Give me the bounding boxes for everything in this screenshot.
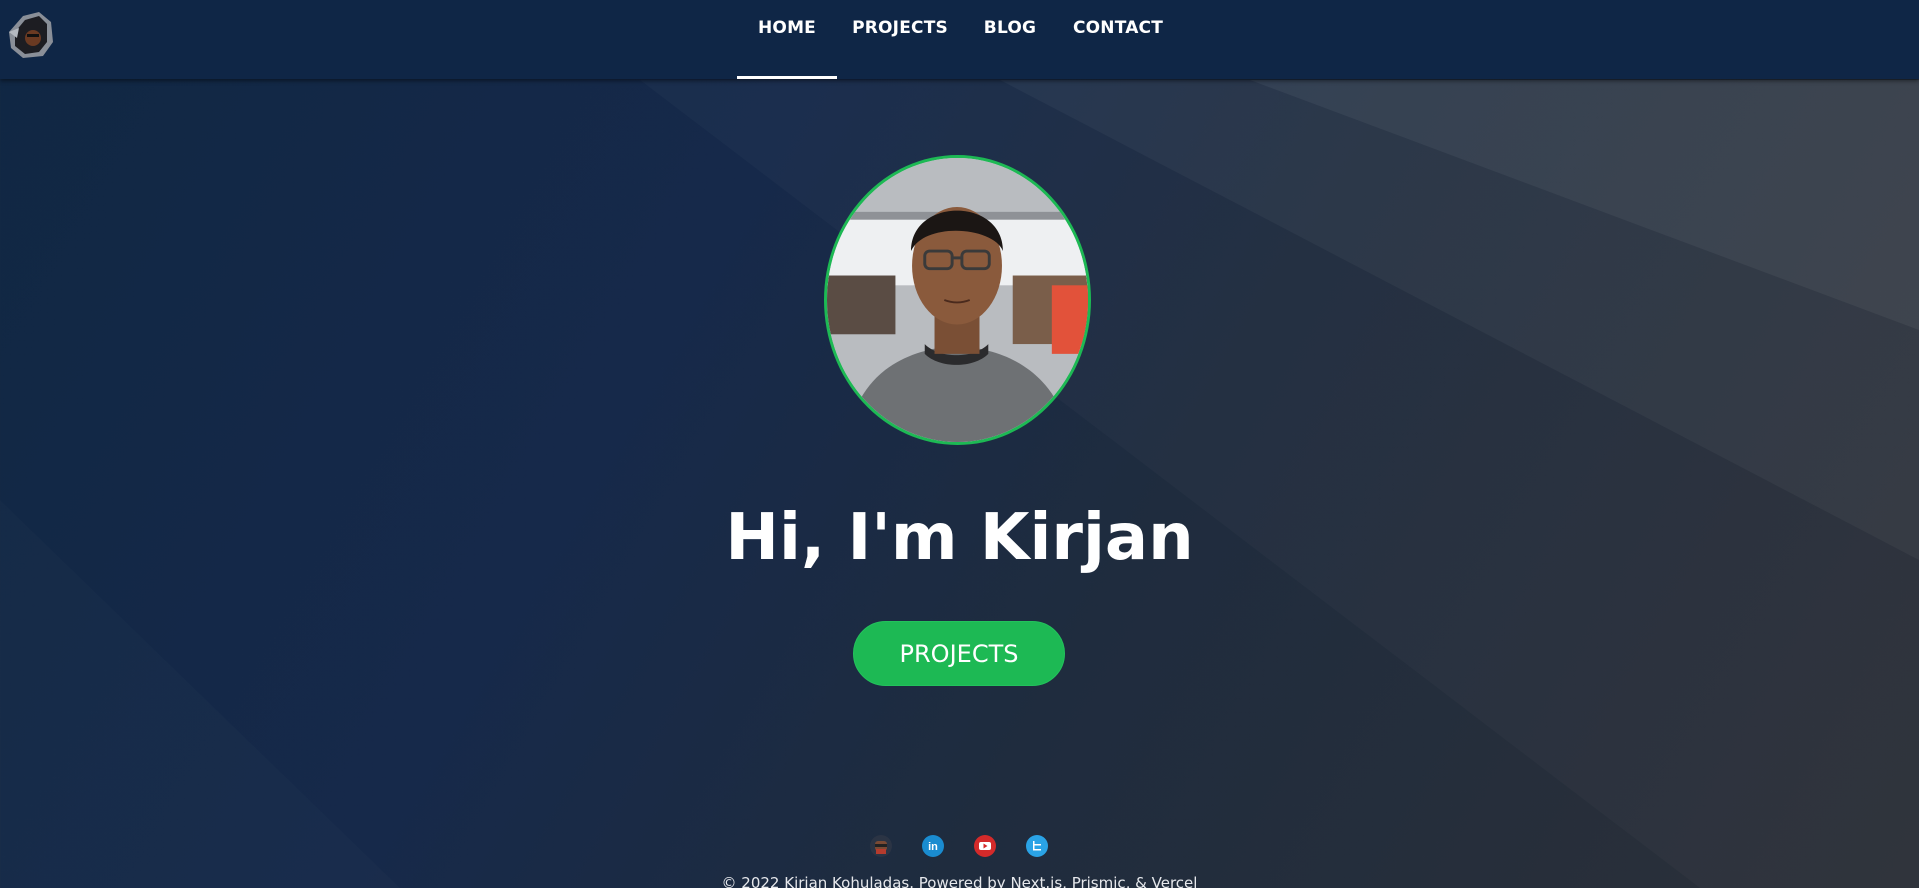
hero-heading: Hi, I'm Kirjan	[725, 501, 1194, 575]
nav-blog[interactable]: BLOG	[980, 0, 1040, 67]
main-nav: HOME PROJECTS BLOG CONTACT	[0, 0, 1919, 79]
profile-avatar	[824, 155, 1091, 445]
github-icon[interactable]	[869, 834, 893, 858]
projects-button[interactable]: PROJECTS	[853, 621, 1065, 686]
social-links: in	[0, 834, 1919, 858]
linkedin-icon[interactable]: in	[921, 834, 945, 858]
copyright-text: © 2022 Kirjan Kohuladas. Powered by Next…	[721, 874, 1198, 888]
nav-projects[interactable]: PROJECTS	[852, 0, 948, 67]
active-nav-indicator	[737, 76, 837, 79]
youtube-icon[interactable]	[973, 834, 997, 858]
nav-home[interactable]: HOME	[737, 0, 837, 67]
twitter-icon[interactable]	[1025, 834, 1049, 858]
top-navbar: HOME PROJECTS BLOG CONTACT	[0, 0, 1919, 79]
svg-text:in: in	[928, 841, 938, 853]
nav-contact[interactable]: CONTACT	[1073, 0, 1163, 67]
